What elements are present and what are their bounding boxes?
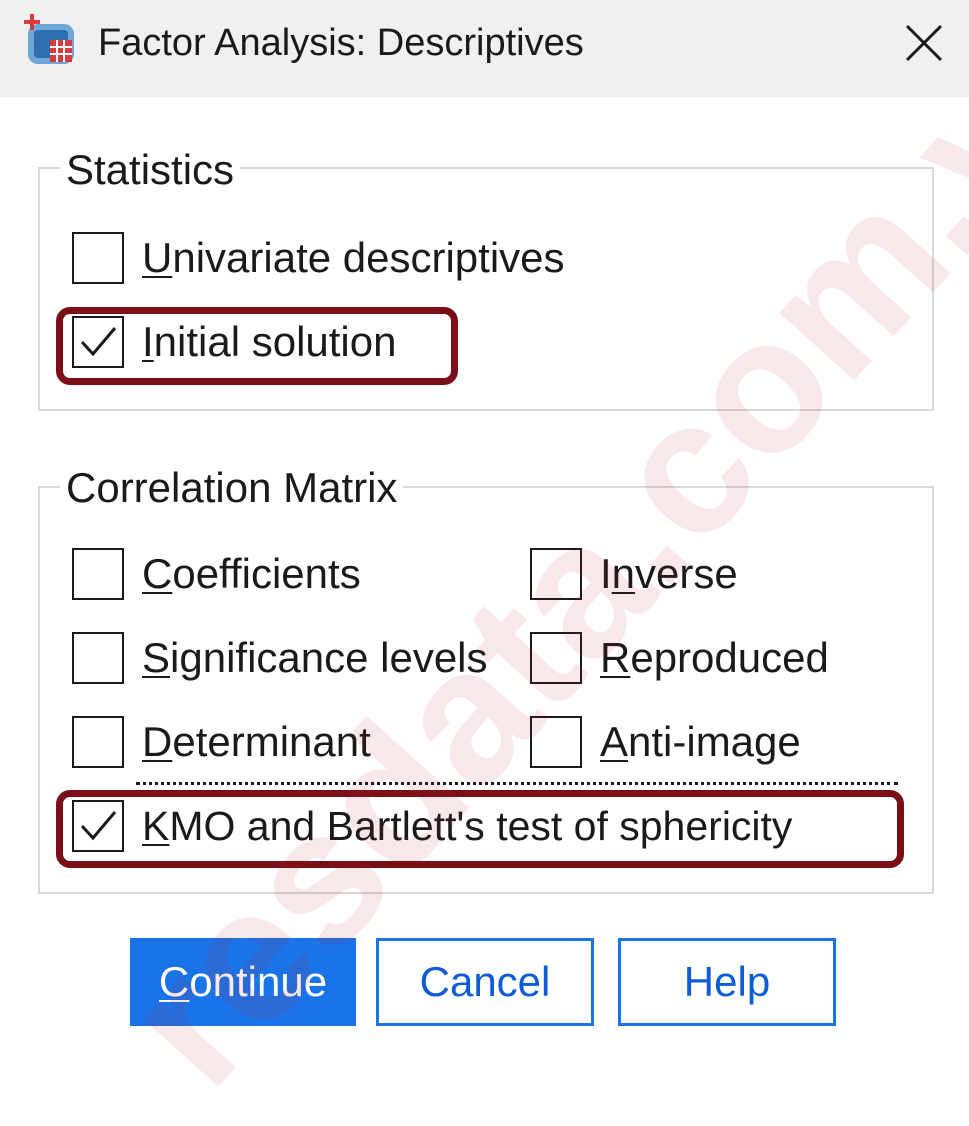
checkmark-icon — [80, 327, 117, 357]
checkbox[interactable] — [530, 716, 582, 768]
title-bar: Factor Analysis: Descriptives — [0, 0, 969, 97]
checkmark-icon — [80, 811, 117, 841]
checkbox-label: Coefficients — [142, 550, 361, 597]
checkbox-checked[interactable] — [72, 800, 124, 852]
help-button[interactable]: Help — [618, 938, 836, 1026]
checkbox-univariate-descriptives[interactable]: Univariate descriptives — [72, 232, 632, 288]
checkbox-label: Inverse — [600, 550, 738, 597]
focus-indicator — [136, 782, 898, 785]
checkbox[interactable] — [72, 716, 124, 768]
checkbox[interactable] — [72, 232, 124, 284]
checkbox-coefficients[interactable]: Coefficients — [72, 548, 452, 604]
checkbox-label: Reproduced — [600, 634, 829, 681]
checkbox-checked[interactable] — [72, 316, 124, 368]
checkbox-anti-image[interactable]: Anti-image — [530, 716, 850, 772]
checkbox-label: Anti-image — [600, 718, 801, 765]
app-icon — [20, 14, 78, 68]
checkbox-label: Initial solution — [142, 318, 397, 365]
checkbox-significance-levels[interactable]: Significance levels — [72, 632, 528, 688]
checkbox[interactable] — [530, 632, 582, 684]
correlation-matrix-group-title: Correlation Matrix — [60, 464, 404, 512]
checkbox[interactable] — [72, 548, 124, 600]
checkbox-determinant[interactable]: Determinant — [72, 716, 452, 772]
checkbox-kmo-bartlett[interactable]: KMO and Bartlett's test of sphericity — [72, 800, 902, 856]
window-title: Factor Analysis: Descriptives — [98, 22, 584, 64]
checkbox-label: Significance levels — [142, 634, 488, 681]
checkbox-label: KMO and Bartlett's test of sphericity — [142, 803, 793, 849]
close-button[interactable] — [886, 6, 962, 80]
continue-button[interactable]: Continue — [130, 938, 356, 1026]
checkbox-label: Univariate descriptives — [142, 234, 565, 281]
cancel-button[interactable]: Cancel — [376, 938, 594, 1026]
checkbox-reproduced[interactable]: Reproduced — [530, 632, 870, 688]
statistics-group-title: Statistics — [60, 146, 241, 194]
statistics-group — [38, 167, 934, 411]
checkbox-label: Determinant — [142, 718, 371, 765]
checkbox-inverse[interactable]: Inverse — [530, 548, 830, 604]
checkbox[interactable] — [530, 548, 582, 600]
checkbox[interactable] — [72, 632, 124, 684]
close-icon — [905, 24, 943, 62]
checkbox-initial-solution[interactable]: Initial solution — [72, 316, 452, 372]
